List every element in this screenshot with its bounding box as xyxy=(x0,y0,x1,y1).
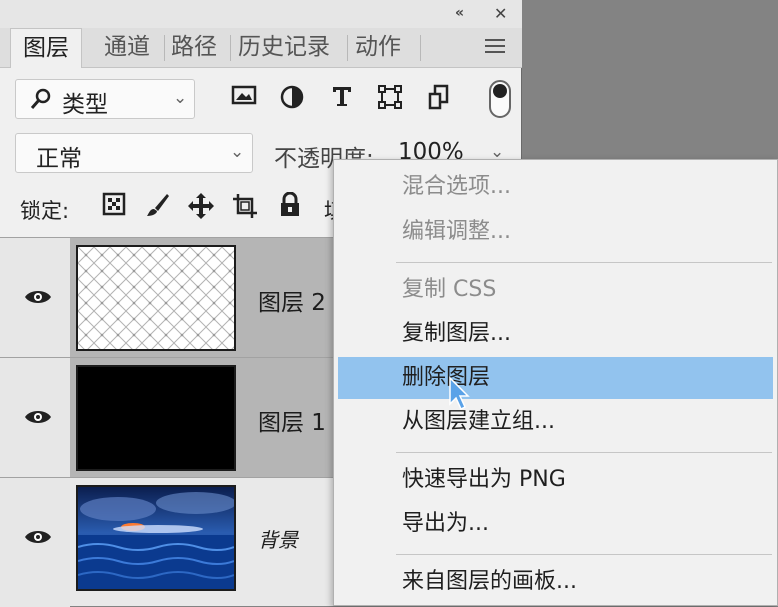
menu-item-artboard-from-layers[interactable]: 来自图层的画板... xyxy=(334,561,777,603)
menu-item-copy-css[interactable]: 复制 CSS xyxy=(334,269,777,311)
type-layer-filter-icon[interactable] xyxy=(327,84,357,114)
tab-separator xyxy=(164,35,165,61)
menu-item-delete-layer[interactable]: 删除图层 xyxy=(338,357,773,399)
visibility-cell[interactable] xyxy=(0,478,70,607)
menu-item-edit-adjustment[interactable]: 编辑调整... xyxy=(334,211,777,253)
layer-name[interactable]: 图层 2 xyxy=(258,283,326,317)
tab-actions[interactable]: 动作 xyxy=(355,28,401,68)
smart-object-filter-icon[interactable] xyxy=(424,84,454,114)
menu-item-export-as[interactable]: 导出为... xyxy=(334,503,777,545)
adjustment-layer-filter-icon[interactable] xyxy=(277,84,307,114)
menu-separator xyxy=(396,262,772,263)
pixel-layer-filter-icon[interactable] xyxy=(229,84,259,114)
cursor-icon xyxy=(448,376,472,416)
lock-position-icon[interactable] xyxy=(186,192,216,222)
layer-thumbnail-ocean-photo xyxy=(76,485,236,591)
layer-thumbnail-black xyxy=(76,365,236,471)
blend-mode-dropdown[interactable]: 正常 ⌄ xyxy=(15,133,253,173)
lock-label: 锁定: xyxy=(20,199,70,223)
panel-title-bar: « ✕ xyxy=(0,0,522,28)
lock-artboard-icon[interactable] xyxy=(230,192,260,222)
tab-separator xyxy=(230,35,231,61)
eye-icon[interactable] xyxy=(24,408,52,430)
menu-item-group-from-layers[interactable]: 从图层建立组... xyxy=(334,401,777,443)
eye-icon[interactable] xyxy=(24,288,52,310)
layer-thumbnail-pattern xyxy=(76,245,236,351)
lock-transparent-pixels-icon[interactable] xyxy=(99,192,129,222)
collapse-icon[interactable]: « xyxy=(455,5,464,21)
close-icon[interactable]: ✕ xyxy=(494,4,507,23)
chevron-down-icon: ⌄ xyxy=(173,88,188,108)
menu-item-blending-options[interactable]: 混合选项... xyxy=(334,166,777,208)
toggle-knob xyxy=(493,84,507,98)
tab-layers[interactable]: 图层 xyxy=(10,28,82,68)
blend-mode-value: 正常 xyxy=(36,146,82,172)
panel-tab-bar: 图层 通道 路径 历史记录 动作 xyxy=(0,28,522,68)
layer-name[interactable]: 背景 xyxy=(258,524,298,553)
panel-menu-icon[interactable] xyxy=(484,37,506,59)
menu-separator xyxy=(396,554,772,555)
menu-item-quick-export-png[interactable]: 快速导出为 PNG xyxy=(334,459,777,501)
eye-icon[interactable] xyxy=(24,528,52,550)
tab-channels[interactable]: 通道 xyxy=(104,28,150,68)
kind-filter-dropdown[interactable]: 类型 ⌄ xyxy=(15,79,195,119)
tab-separator xyxy=(347,35,348,61)
chevron-down-icon: ⌄ xyxy=(230,142,245,162)
search-icon xyxy=(30,87,52,117)
tab-history[interactable]: 历史记录 xyxy=(238,28,330,68)
kind-filter-value: 类型 xyxy=(62,92,108,118)
menu-separator xyxy=(396,452,772,453)
lock-all-icon[interactable] xyxy=(275,191,305,222)
visibility-cell[interactable] xyxy=(0,238,70,358)
layer-name[interactable]: 图层 1 xyxy=(258,403,326,437)
tab-paths[interactable]: 路径 xyxy=(171,28,217,68)
lock-image-pixels-icon[interactable] xyxy=(143,192,173,222)
visibility-cell[interactable] xyxy=(0,358,70,478)
shape-layer-filter-icon[interactable] xyxy=(375,84,405,114)
context-menu: 混合选项... 编辑调整... 复制 CSS 复制图层... 删除图层 从图层建… xyxy=(333,159,778,606)
menu-item-duplicate-layer[interactable]: 复制图层... xyxy=(334,313,777,355)
tab-separator xyxy=(420,35,421,61)
filter-toggle-switch[interactable] xyxy=(489,80,511,118)
